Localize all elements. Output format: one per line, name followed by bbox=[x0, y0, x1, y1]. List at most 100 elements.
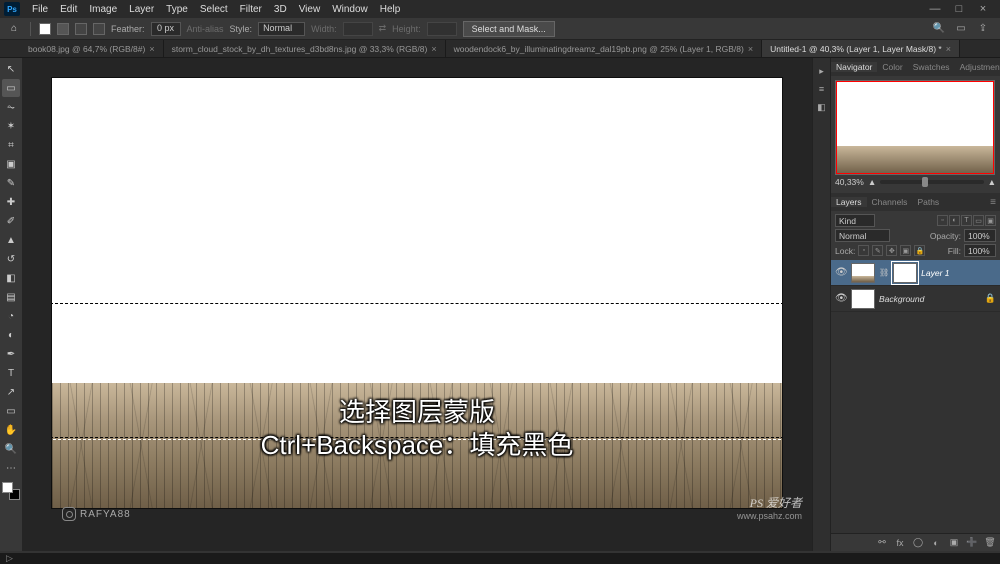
panel-tab-navigator[interactable]: Navigator bbox=[831, 62, 877, 72]
panel-tab-adjustments[interactable]: Adjustments bbox=[955, 62, 1000, 72]
layer-thumbnail[interactable] bbox=[851, 263, 875, 283]
panel-tab-color[interactable]: Color bbox=[877, 62, 907, 72]
style-dropdown[interactable]: Normal bbox=[258, 22, 305, 36]
delete-layer-icon[interactable]: 🗑 bbox=[984, 537, 996, 549]
document-tab[interactable]: book08.jpg @ 64,7% (RGB/8#)× bbox=[20, 40, 164, 57]
canvas-area[interactable]: 选择图层蒙版 Ctrl+Backspace：填充黑色 RAFYA88 PS 爱好… bbox=[22, 58, 812, 551]
menu-window[interactable]: Window bbox=[326, 4, 374, 15]
quick-select-tool[interactable]: ✶ bbox=[2, 117, 20, 135]
panel-menu-icon[interactable]: ≡ bbox=[986, 197, 1000, 208]
lock-artboard-icon[interactable]: ▣ bbox=[900, 245, 911, 256]
layer-name[interactable]: Layer 1 bbox=[921, 268, 949, 278]
lock-paint-icon[interactable]: ✎ bbox=[872, 245, 883, 256]
layer-thumbnail[interactable] bbox=[851, 289, 875, 309]
eraser-tool[interactable]: ◧ bbox=[2, 269, 20, 287]
hand-tool[interactable]: ✋ bbox=[2, 421, 20, 439]
frame-tool[interactable]: ▣ bbox=[2, 155, 20, 173]
healing-tool[interactable]: ✚ bbox=[2, 193, 20, 211]
filter-adjust-icon[interactable]: ◐ bbox=[949, 215, 960, 226]
move-tool[interactable]: ↖ bbox=[2, 60, 20, 78]
close-icon[interactable]: × bbox=[946, 44, 951, 54]
gradient-tool[interactable]: ▤ bbox=[2, 288, 20, 306]
foreground-color[interactable] bbox=[2, 482, 13, 493]
document-canvas[interactable] bbox=[52, 78, 782, 508]
link-layers-icon[interactable]: ⚯ bbox=[876, 537, 888, 549]
filter-type-icon[interactable]: T bbox=[961, 215, 972, 226]
marquee-mode-new[interactable] bbox=[39, 23, 51, 35]
type-tool[interactable]: T bbox=[2, 364, 20, 382]
opacity-input[interactable]: 100% bbox=[964, 229, 996, 242]
layer-name[interactable]: Background bbox=[879, 294, 924, 304]
window-close[interactable]: × bbox=[976, 2, 990, 16]
panel-tab-paths[interactable]: Paths bbox=[912, 197, 944, 207]
brush-tool[interactable]: ✐ bbox=[2, 212, 20, 230]
marquee-mode-subtract[interactable] bbox=[75, 23, 87, 35]
menu-view[interactable]: View bbox=[293, 4, 327, 15]
path-select-tool[interactable]: ↗ bbox=[2, 383, 20, 401]
history-brush-tool[interactable]: ↺ bbox=[2, 250, 20, 268]
zoom-slider[interactable] bbox=[880, 180, 983, 184]
dodge-tool[interactable]: ◐ bbox=[2, 326, 20, 344]
menu-edit[interactable]: Edit bbox=[54, 4, 83, 15]
fill-input[interactable]: 100% bbox=[964, 244, 996, 257]
document-tab[interactable]: storm_cloud_stock_by_dh_textures_d3bd8ns… bbox=[164, 40, 446, 57]
marquee-mode-add[interactable] bbox=[57, 23, 69, 35]
workspace-icon[interactable]: ▭ bbox=[954, 22, 968, 36]
video-progress[interactable] bbox=[0, 551, 1000, 553]
window-minimize[interactable]: — bbox=[928, 2, 942, 16]
layer-row[interactable]: 👁⛓Layer 1 bbox=[831, 260, 1000, 286]
filter-shape-icon[interactable]: ▭ bbox=[973, 215, 984, 226]
marquee-mode-intersect[interactable] bbox=[93, 23, 105, 35]
pen-tool[interactable]: ✒ bbox=[2, 345, 20, 363]
eyedropper-tool[interactable]: ✎ bbox=[2, 174, 20, 192]
menu-3d[interactable]: 3D bbox=[268, 4, 293, 15]
close-icon[interactable]: × bbox=[149, 44, 154, 54]
menu-help[interactable]: Help bbox=[374, 4, 407, 15]
blur-tool[interactable]: ◔ bbox=[2, 307, 20, 325]
menu-image[interactable]: Image bbox=[83, 4, 123, 15]
lock-transparent-icon[interactable]: ▫ bbox=[858, 245, 869, 256]
home-icon[interactable]: ⌂ bbox=[6, 22, 22, 36]
menu-select[interactable]: Select bbox=[194, 4, 234, 15]
history-icon[interactable]: ≡ bbox=[815, 82, 829, 96]
crop-tool[interactable]: ⌗ bbox=[2, 136, 20, 154]
zoom-in-icon[interactable]: ▲ bbox=[988, 177, 996, 187]
layer-row[interactable]: 👁Background🔒 bbox=[831, 286, 1000, 312]
lock-all-icon[interactable]: 🔒 bbox=[914, 245, 925, 256]
expand-icon[interactable]: ▸ bbox=[815, 64, 829, 78]
layer-style-icon[interactable]: fx bbox=[894, 537, 906, 549]
navigator-viewport[interactable] bbox=[836, 81, 994, 174]
navigator-thumbnail[interactable] bbox=[835, 80, 995, 175]
link-icon[interactable]: ⛓ bbox=[879, 268, 889, 277]
share-icon[interactable]: ⇪ bbox=[976, 22, 990, 36]
close-icon[interactable]: × bbox=[748, 44, 753, 54]
menu-layer[interactable]: Layer bbox=[123, 4, 160, 15]
stamp-tool[interactable]: ▲ bbox=[2, 231, 20, 249]
search-icon[interactable]: 🔍 bbox=[932, 22, 946, 36]
mask-thumbnail[interactable] bbox=[893, 263, 917, 283]
lock-position-icon[interactable]: ✥ bbox=[886, 245, 897, 256]
menu-type[interactable]: Type bbox=[160, 4, 194, 15]
new-layer-icon[interactable]: ➕ bbox=[966, 537, 978, 549]
menu-file[interactable]: File bbox=[26, 4, 54, 15]
add-mask-icon[interactable]: ◯ bbox=[912, 537, 924, 549]
panel-tab-channels[interactable]: Channels bbox=[867, 197, 913, 207]
window-maximize[interactable]: □ bbox=[952, 2, 966, 16]
adjustment-layer-icon[interactable]: ◐ bbox=[930, 537, 942, 549]
properties-icon[interactable]: ◧ bbox=[815, 100, 829, 114]
play-button[interactable]: ▷ bbox=[6, 553, 13, 564]
blend-mode-dropdown[interactable]: Normal bbox=[835, 229, 890, 242]
feather-input[interactable]: 0 px bbox=[151, 22, 181, 36]
layer-kind-dropdown[interactable]: Kind bbox=[835, 214, 875, 227]
zoom-out-icon[interactable]: ▲ bbox=[868, 177, 876, 187]
select-and-mask-button[interactable]: Select and Mask... bbox=[463, 21, 555, 37]
edit-toolbar[interactable]: ⋯ bbox=[2, 459, 20, 477]
menu-filter[interactable]: Filter bbox=[234, 4, 268, 15]
document-tab[interactable]: Untitled-1 @ 40,3% (Layer 1, Layer Mask/… bbox=[762, 40, 960, 57]
marquee-tool[interactable]: ▭ bbox=[2, 79, 20, 97]
panel-tab-layers[interactable]: Layers bbox=[831, 197, 867, 207]
visibility-icon[interactable]: 👁 bbox=[835, 293, 847, 304]
shape-tool[interactable]: ▭ bbox=[2, 402, 20, 420]
new-group-icon[interactable]: ▣ bbox=[948, 537, 960, 549]
filter-pixel-icon[interactable]: ▫ bbox=[937, 215, 948, 226]
